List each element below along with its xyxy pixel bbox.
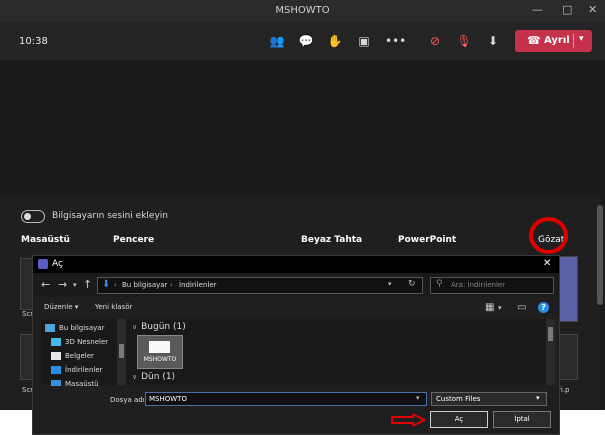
computer-icon — [45, 324, 55, 332]
file-name: MSHOWTO — [143, 356, 177, 363]
category-window[interactable]: Pencere — [113, 235, 154, 245]
path-separator: › — [114, 281, 117, 289]
meeting-stage — [0, 60, 605, 198]
dialog-nav-row: ← → ▾ ↑ ⬇ › Bu bilgisayar › İndirilenler… — [33, 273, 559, 297]
nav-scrollbar[interactable] — [117, 319, 126, 385]
file-list-scrollbar[interactable] — [546, 319, 555, 385]
highlight-arrow-icon — [391, 414, 425, 426]
include-audio-label: Bilgisayarın sesini ekleyin — [52, 211, 168, 221]
maximize-icon[interactable]: □ — [562, 3, 572, 16]
documents-icon — [51, 352, 61, 360]
back-arrow-icon[interactable]: ← — [41, 278, 50, 291]
leave-label: Ayrıl — [544, 35, 570, 46]
chevron-down-icon: ∨ — [132, 323, 138, 331]
forward-arrow-icon[interactable]: → — [58, 278, 67, 291]
chevron-down-icon[interactable]: ▾ — [388, 280, 392, 288]
nav-item-this-pc[interactable]: Bu bilgisayar — [45, 324, 104, 332]
dialog-title-bar: Aç ✕ — [33, 256, 559, 273]
include-audio-toggle[interactable] — [21, 210, 45, 223]
category-whiteboard[interactable]: Beyaz Tahta — [301, 235, 362, 245]
mic-off-icon[interactable]: 🎙 — [456, 33, 472, 49]
chat-icon[interactable]: 💬 — [298, 33, 314, 49]
path-separator: › — [170, 281, 173, 289]
powerpoint-thumbnail[interactable] — [558, 256, 578, 322]
group-header-yesterday[interactable]: ∨ Dün (1) — [132, 372, 175, 382]
nav-item-3d-objects[interactable]: 3D Nesneler — [51, 338, 108, 346]
image-file-icon — [149, 341, 170, 353]
camera-off-icon[interactable]: ⊘ — [427, 33, 443, 49]
chevron-down-icon: ▾ — [536, 394, 540, 402]
downloads-icon — [51, 366, 61, 374]
chevron-down-icon[interactable]: ▾ — [498, 304, 502, 312]
nav-item-label: İndirilenler — [65, 366, 103, 374]
more-actions-icon[interactable]: ••• — [385, 33, 406, 49]
nav-item-label: 3D Nesneler — [65, 338, 109, 346]
nav-item-label: Bu bilgisayar — [59, 324, 105, 332]
nav-item-downloads[interactable]: İndirilenler — [51, 366, 103, 374]
chevron-down-icon[interactable]: ▾ — [579, 34, 584, 44]
group-label: Dün (1) — [141, 372, 176, 382]
hang-up-icon: ☎ — [527, 34, 541, 47]
preview-pane-icon[interactable]: ▭ — [517, 302, 526, 313]
open-button[interactable]: Aç — [430, 411, 488, 428]
download-folder-icon: ⬇ — [102, 279, 111, 290]
chevron-down-icon[interactable]: ▾ — [416, 394, 420, 402]
filename-input[interactable]: MSHOWTO ▾ — [145, 392, 427, 406]
organize-button[interactable]: Düzenle ▾ — [44, 303, 78, 311]
refresh-icon[interactable]: ↻ — [408, 279, 416, 289]
search-icon: ⚲ — [436, 279, 443, 289]
search-input[interactable]: ⚲ Ara: İndirilenler — [430, 277, 554, 294]
share-scrollbar[interactable] — [597, 205, 603, 305]
nav-item-documents[interactable]: Belgeler — [51, 352, 94, 360]
command-bar: Düzenle ▾ Yeni klasör ▦ ▾ ▭ ? — [33, 298, 559, 318]
new-folder-button[interactable]: Yeni klasör — [95, 303, 132, 311]
filename-value: MSHOWTO — [149, 395, 187, 403]
filetype-value: Custom Files — [436, 395, 481, 403]
group-header-today[interactable]: ∨ Bugün (1) — [132, 322, 186, 332]
navigation-pane: Bu bilgisayar 3D Nesneler Belgeler İndir… — [41, 319, 125, 388]
close-icon[interactable]: ✕ — [588, 3, 597, 16]
help-icon[interactable]: ? — [538, 302, 549, 313]
chevron-down-icon: ∨ — [132, 373, 138, 381]
search-placeholder: Ara: İndirilenler — [451, 281, 506, 289]
dialog-footer: Dosya adı: MSHOWTO ▾ Custom Files ▾ Aç İ… — [33, 386, 559, 434]
category-desktop[interactable]: Masaüstü — [21, 235, 70, 245]
teams-app-icon — [38, 259, 48, 269]
breadcrumb-this-pc[interactable]: Bu bilgisayar — [122, 281, 167, 289]
powerpoint-thumbnail[interactable] — [558, 334, 578, 380]
share-tray-icon[interactable]: ⬇ — [485, 33, 501, 49]
group-label: Bugün (1) — [141, 322, 186, 332]
dialog-title: Aç — [52, 259, 63, 269]
rooms-icon[interactable]: ▣ — [356, 33, 372, 49]
nav-item-label: Belgeler — [65, 352, 94, 360]
highlight-circle — [529, 217, 568, 254]
close-icon[interactable]: ✕ — [543, 258, 551, 269]
file-item[interactable]: MSHOWTO — [137, 335, 183, 369]
open-file-dialog: Aç ✕ ← → ▾ ↑ ⬇ › Bu bilgisayar › İndiril… — [32, 255, 560, 435]
raise-hand-icon[interactable]: ✋ — [327, 33, 343, 49]
address-bar[interactable]: ⬇ › Bu bilgisayar › İndirilenler ▾ ↻ — [97, 277, 423, 294]
leave-button[interactable]: ☎ Ayrıl ▾ — [515, 30, 592, 52]
category-powerpoint[interactable]: PowerPoint — [398, 235, 456, 245]
participants-icon[interactable]: 👥 — [269, 33, 285, 49]
breadcrumb-downloads[interactable]: İndirilenler — [179, 281, 217, 289]
view-options-icon[interactable]: ▦ — [485, 302, 494, 313]
window-title: MSHOWTO — [275, 5, 330, 16]
3d-objects-icon — [51, 338, 61, 346]
filetype-select[interactable]: Custom Files ▾ — [431, 392, 547, 406]
title-bar: MSHOWTO — □ ✕ — [0, 0, 605, 22]
cancel-button[interactable]: İptal — [493, 411, 551, 428]
up-arrow-icon[interactable]: ↑ — [83, 278, 92, 291]
file-list: ∨ Bugün (1) MSHOWTO ∨ Dün (1) — [126, 319, 546, 385]
meeting-time: 10:38 — [19, 36, 48, 47]
meeting-toolbar: 10:38 👥 💬 ✋ ▣ ••• ⊘ 🎙 ⬇ ☎ Ayrıl ▾ — [0, 22, 605, 60]
filename-label: Dosya adı: — [110, 396, 148, 404]
minimize-icon[interactable]: — — [532, 3, 543, 16]
chevron-down-icon[interactable]: ▾ — [73, 281, 77, 289]
leave-separator — [573, 34, 574, 48]
